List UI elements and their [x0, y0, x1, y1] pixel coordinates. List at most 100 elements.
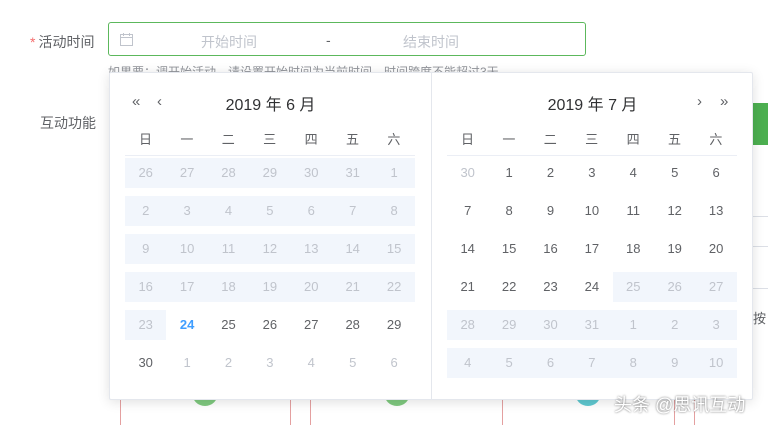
- calendar-day[interactable]: 10: [571, 196, 612, 226]
- calendar-day[interactable]: 6: [529, 348, 572, 378]
- calendar-day[interactable]: 4: [207, 196, 250, 226]
- calendar-day[interactable]: 20: [290, 272, 332, 302]
- green-action-button-edge[interactable]: [752, 103, 768, 145]
- calendar-day[interactable]: 23: [530, 272, 571, 302]
- calendar-day[interactable]: 18: [207, 272, 250, 302]
- calendar-day[interactable]: 17: [166, 272, 208, 302]
- calendar-day[interactable]: 17: [571, 234, 612, 264]
- calendar-day[interactable]: 6: [290, 196, 332, 226]
- calendar-day[interactable]: 22: [373, 272, 415, 302]
- calendar-day[interactable]: 4: [447, 348, 489, 378]
- calendar-day[interactable]: 6: [695, 158, 736, 188]
- calendar-day[interactable]: 24: [571, 272, 612, 302]
- calendar-day[interactable]: 1: [166, 348, 207, 378]
- calendar-week-row: 7 8 9 10 11 12 13: [447, 196, 737, 226]
- calendar-day[interactable]: 16: [530, 234, 571, 264]
- calendar-day[interactable]: 30: [290, 158, 332, 188]
- calendar-day[interactable]: 26: [654, 272, 696, 302]
- calendar-day[interactable]: 20: [695, 234, 736, 264]
- weekday-label: 二: [221, 132, 235, 147]
- calendar-week-row: 9 10 11 12 13 14 15: [125, 234, 415, 264]
- calendar-day[interactable]: 27: [695, 272, 737, 302]
- calendar-day[interactable]: 27: [166, 158, 208, 188]
- calendar-day[interactable]: 19: [249, 272, 291, 302]
- calendar-day[interactable]: 21: [332, 272, 374, 302]
- weekday-label: 一: [502, 132, 516, 147]
- calendar-day[interactable]: 3: [166, 196, 208, 226]
- calendar-day[interactable]: 13: [695, 196, 736, 226]
- calendar-day[interactable]: 13: [290, 234, 332, 264]
- calendar-day[interactable]: 14: [447, 234, 488, 264]
- calendar-day[interactable]: 3: [571, 158, 612, 188]
- calendar-day[interactable]: 25: [208, 310, 249, 340]
- calendar-day[interactable]: 11: [613, 196, 654, 226]
- calendar-day[interactable]: 12: [654, 196, 695, 226]
- calendar-day[interactable]: 8: [373, 196, 415, 226]
- calendar-day[interactable]: 1: [612, 310, 654, 340]
- calendar-day[interactable]: 18: [613, 234, 654, 264]
- calendar-day[interactable]: 30: [125, 348, 166, 378]
- calendar-week-row: 16 17 18 19 20 21 22: [125, 272, 415, 302]
- calendar-week-row: 30 1 2 3 4 5 6: [125, 348, 415, 378]
- calendar-day[interactable]: 28: [207, 158, 250, 188]
- calendar-day[interactable]: 10: [166, 234, 208, 264]
- calendar-day[interactable]: 19: [654, 234, 695, 264]
- calendar-day[interactable]: 23: [125, 310, 167, 340]
- calendar-day[interactable]: 29: [488, 310, 530, 340]
- divider: [752, 246, 768, 247]
- calendar-day[interactable]: 2: [530, 158, 571, 188]
- calendar-day[interactable]: 3: [695, 310, 737, 340]
- calendar-day[interactable]: 2: [208, 348, 249, 378]
- calendar-day[interactable]: 10: [695, 348, 737, 378]
- calendar-day[interactable]: 4: [613, 158, 654, 188]
- calendar-day-today[interactable]: 24: [166, 310, 207, 340]
- calendar-day[interactable]: 3: [249, 348, 290, 378]
- calendar-day[interactable]: 9: [530, 196, 571, 226]
- calendar-day[interactable]: 5: [488, 348, 530, 378]
- calendar-day[interactable]: 6: [373, 348, 414, 378]
- watermark: 头条 @思讯互动: [614, 395, 746, 415]
- weekday-label: 五: [667, 132, 681, 147]
- calendar-day[interactable]: 26: [125, 158, 167, 188]
- calendar-day[interactable]: 7: [447, 196, 488, 226]
- calendar-day[interactable]: 7: [571, 348, 613, 378]
- calendar-day[interactable]: 31: [332, 158, 374, 188]
- calendar-day[interactable]: 7: [332, 196, 374, 226]
- calendar-day[interactable]: 5: [332, 348, 373, 378]
- calendar-day[interactable]: 22: [488, 272, 529, 302]
- calendar-day[interactable]: 9: [125, 234, 167, 264]
- calendar-day[interactable]: 21: [447, 272, 488, 302]
- weekday-label: 五: [345, 132, 359, 147]
- calendar-day[interactable]: 8: [488, 196, 529, 226]
- calendar-day[interactable]: 28: [332, 310, 373, 340]
- calendar-day[interactable]: 31: [571, 310, 613, 340]
- start-time-input[interactable]: 开始时间: [201, 32, 257, 52]
- calendar-day[interactable]: 1: [373, 158, 415, 188]
- activity-time-label-text: 活动时间: [38, 34, 95, 50]
- calendar-day[interactable]: 1: [488, 158, 529, 188]
- calendar-day[interactable]: 2: [125, 196, 167, 226]
- calendar-day[interactable]: 14: [332, 234, 374, 264]
- calendar-day[interactable]: 29: [373, 310, 414, 340]
- calendar-day[interactable]: 27: [291, 310, 332, 340]
- calendar-day[interactable]: 15: [488, 234, 529, 264]
- calendar-day[interactable]: 8: [612, 348, 654, 378]
- calendar-day[interactable]: 4: [291, 348, 332, 378]
- calendar-day[interactable]: 2: [654, 310, 696, 340]
- calendar-day[interactable]: 5: [654, 158, 695, 188]
- calendar-day[interactable]: 28: [447, 310, 489, 340]
- calendar-day[interactable]: 5: [249, 196, 291, 226]
- calendar-day[interactable]: 26: [249, 310, 290, 340]
- interaction-label: 互动功能: [40, 115, 96, 131]
- date-range-input[interactable]: 开始时间 - 结束时间: [108, 22, 586, 56]
- calendar-day[interactable]: 25: [612, 272, 654, 302]
- calendar-day[interactable]: 12: [249, 234, 291, 264]
- calendar-day[interactable]: 30: [447, 158, 488, 188]
- end-time-input[interactable]: 结束时间: [403, 32, 459, 52]
- calendar-day[interactable]: 30: [529, 310, 572, 340]
- calendar-day[interactable]: 16: [125, 272, 167, 302]
- calendar-day[interactable]: 15: [373, 234, 415, 264]
- calendar-day[interactable]: 9: [654, 348, 696, 378]
- calendar-day[interactable]: 29: [249, 158, 291, 188]
- calendar-day[interactable]: 11: [207, 234, 250, 264]
